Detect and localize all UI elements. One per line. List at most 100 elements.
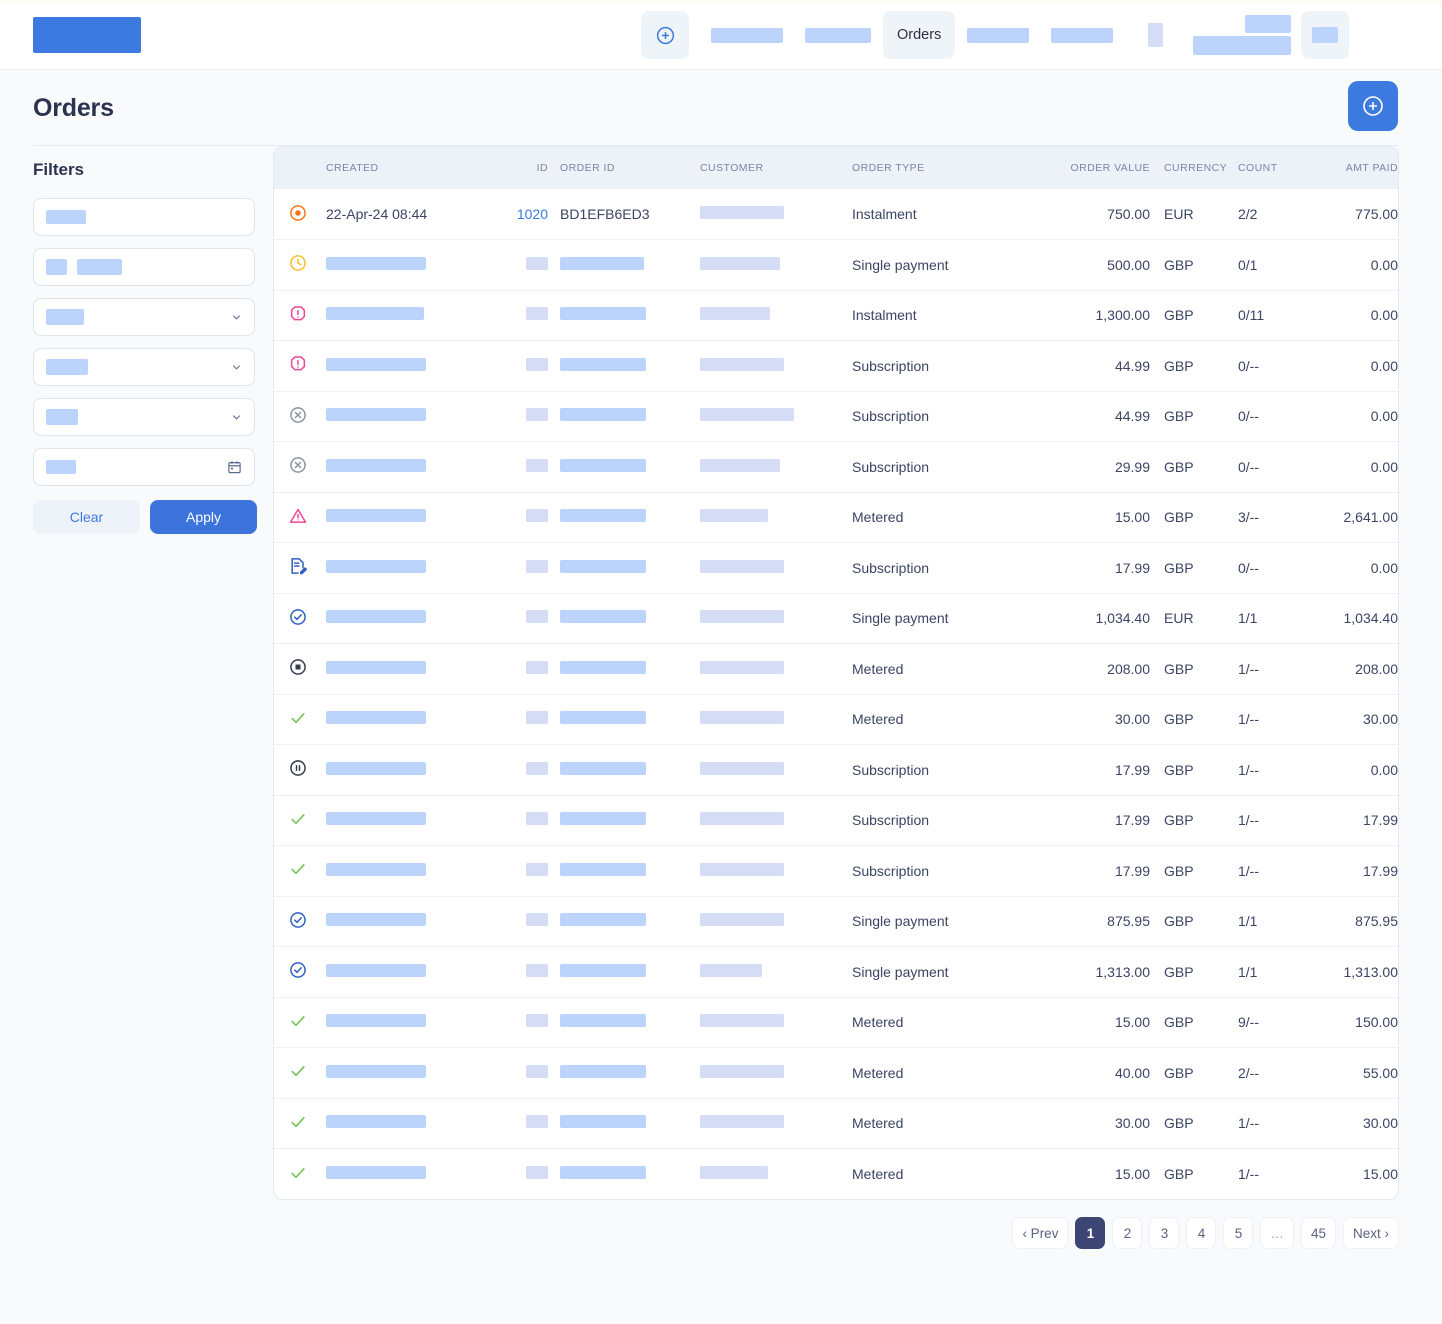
table-row[interactable]: Subscription 44.99 GBP 0/-- 0.00 [274,390,1398,442]
row-status-icon [274,946,326,997]
col-amt-paid[interactable]: AMT PAID [1310,147,1398,189]
table-row[interactable]: Subscription 17.99 GBP 1/-- 17.99 [274,845,1398,896]
order-id-link[interactable]: 1020 [517,206,548,222]
clear-filters-button[interactable]: Clear [33,500,140,534]
table-row[interactable]: Metered 15.00 GBP 1/-- 15.00 [274,1148,1398,1199]
redacted-value [560,307,646,321]
col-order-value[interactable]: ORDER VALUE [1030,147,1150,189]
cell-order-value: 500.00 [1030,239,1150,290]
cell-id[interactable] [496,744,548,795]
cell-id[interactable] [496,996,548,1048]
table-row[interactable]: Instalment 1,300.00 GBP 0/11 0.00 [274,289,1398,341]
cell-id[interactable] [496,592,548,644]
table-row[interactable]: Metered 30.00 GBP 1/-- 30.00 [274,693,1398,745]
filter-select-3[interactable] [33,398,255,436]
redacted-value [700,206,784,219]
cell-order-id: BD1EFB6ED3 [560,206,650,222]
table-row[interactable]: Metered 30.00 GBP 1/-- 30.00 [274,1097,1398,1149]
row-status-icon [274,390,326,442]
table-row[interactable]: Single payment 500.00 GBP 0/1 0.00 [274,239,1398,290]
filter-select-1[interactable] [33,298,255,336]
table-row[interactable]: Metered 208.00 GBP 1/-- 208.00 [274,643,1398,694]
table-row[interactable]: Subscription 29.99 GBP 0/-- 0.00 [274,441,1398,492]
add-order-button[interactable] [1348,81,1398,131]
cell-id[interactable] [496,946,548,997]
redacted-value [560,458,646,472]
cell-id[interactable] [496,1047,548,1098]
chevron-down-icon [232,365,241,370]
filters-sidebar: Filters Clear Apply [0,146,273,534]
filter-text-1[interactable] [33,198,255,236]
cell-id[interactable] [496,643,548,694]
nav-account-button[interactable] [1301,11,1350,59]
col-customer[interactable]: CUSTOMER [688,147,840,189]
cell-id[interactable] [496,542,548,593]
col-order-type[interactable]: ORDER TYPE [840,147,1030,189]
redacted-value [700,610,784,624]
add-nav-button[interactable] [641,11,689,59]
col-currency[interactable]: CURRENCY [1150,147,1230,189]
cell-customer [688,340,840,391]
table-row[interactable]: Metered 40.00 GBP 2/-- 55.00 [274,1047,1398,1098]
redacted-value [700,862,784,876]
table-row[interactable]: 22-Apr-24 08:44 1020 BD1EFB6ED3 Instalment 7… [274,189,1398,240]
redacted-value [526,408,548,422]
col-created[interactable]: CREATED [326,147,496,189]
table-row[interactable]: Metered 15.00 GBP 3/-- 2,641.00 [274,491,1398,543]
cell-id[interactable] [496,1097,548,1149]
check-green-icon [291,1116,305,1127]
table-row[interactable]: Single payment 1,034.40 EUR 1/1 1,034.40 [274,592,1398,644]
cell-id[interactable] [496,289,548,341]
cell-id[interactable] [496,895,548,947]
cell-id[interactable] [496,491,548,543]
cell-created [326,693,496,745]
nav-item-1[interactable] [711,11,783,59]
chevron-down-icon [232,415,241,420]
main-layout: Filters Clear Apply CREATED ID ORDER ID … [0,146,1442,1249]
pagination-page-4[interactable]: 4 [1186,1217,1217,1249]
cell-order-id [548,946,688,997]
cell-customer [688,189,840,240]
cell-id[interactable] [496,845,548,896]
pagination-page-45[interactable]: 45 [1300,1217,1336,1249]
nav-item-4[interactable] [967,11,1030,59]
brand-logo[interactable] [33,16,141,53]
col-order-id[interactable]: ORDER ID [548,147,688,189]
table-row[interactable]: Single payment 875.95 GBP 1/1 875.95 [274,895,1398,947]
table-row[interactable]: Subscription 17.99 GBP 1/-- 17.99 [274,794,1398,846]
cell-id[interactable] [496,340,548,391]
cell-id[interactable]: 1020 [496,189,548,240]
cell-id[interactable] [496,693,548,745]
pagination-ellipsis[interactable]: … [1260,1217,1294,1249]
pagination-page-2[interactable]: 2 [1112,1217,1143,1249]
nav-item-2[interactable] [805,11,871,59]
cell-id[interactable] [496,390,548,442]
filter-text-2[interactable] [33,248,255,286]
pagination-next[interactable]: Next › [1342,1217,1399,1249]
nav-item-5[interactable] [1051,11,1114,59]
redacted-value [526,913,548,927]
cell-count: 0/11 [1230,289,1310,341]
cell-id[interactable] [496,239,548,290]
table-row[interactable]: Single payment 1,313.00 GBP 1/1 1,313.00 [274,946,1398,997]
cell-id[interactable] [496,441,548,492]
col-count[interactable]: COUNT [1230,147,1310,189]
filter-select-2[interactable] [33,348,255,386]
table-row[interactable]: Metered 15.00 GBP 9/-- 150.00 [274,996,1398,1048]
filter-date[interactable] [33,448,255,486]
nav-item-7[interactable] [1193,11,1292,59]
pagination-page-3[interactable]: 3 [1149,1217,1180,1249]
table-row[interactable]: Subscription 44.99 GBP 0/-- 0.00 [274,340,1398,391]
pagination-page-1[interactable]: 1 [1075,1217,1106,1249]
col-id[interactable]: ID [496,147,548,189]
cell-id[interactable] [496,1148,548,1199]
cell-customer [688,643,840,694]
nav-item-orders[interactable]: Orders [883,11,956,59]
pagination-prev[interactable]: ‹ Prev [1012,1217,1069,1249]
apply-filters-button[interactable]: Apply [150,500,257,534]
pagination-page-5[interactable]: 5 [1223,1217,1254,1249]
cell-id[interactable] [496,794,548,846]
table-row[interactable]: Subscription 17.99 GBP 0/-- 0.00 [274,542,1398,593]
nav-item-6[interactable] [1131,11,1179,59]
table-row[interactable]: Subscription 17.99 GBP 1/-- 0.00 [274,744,1398,795]
